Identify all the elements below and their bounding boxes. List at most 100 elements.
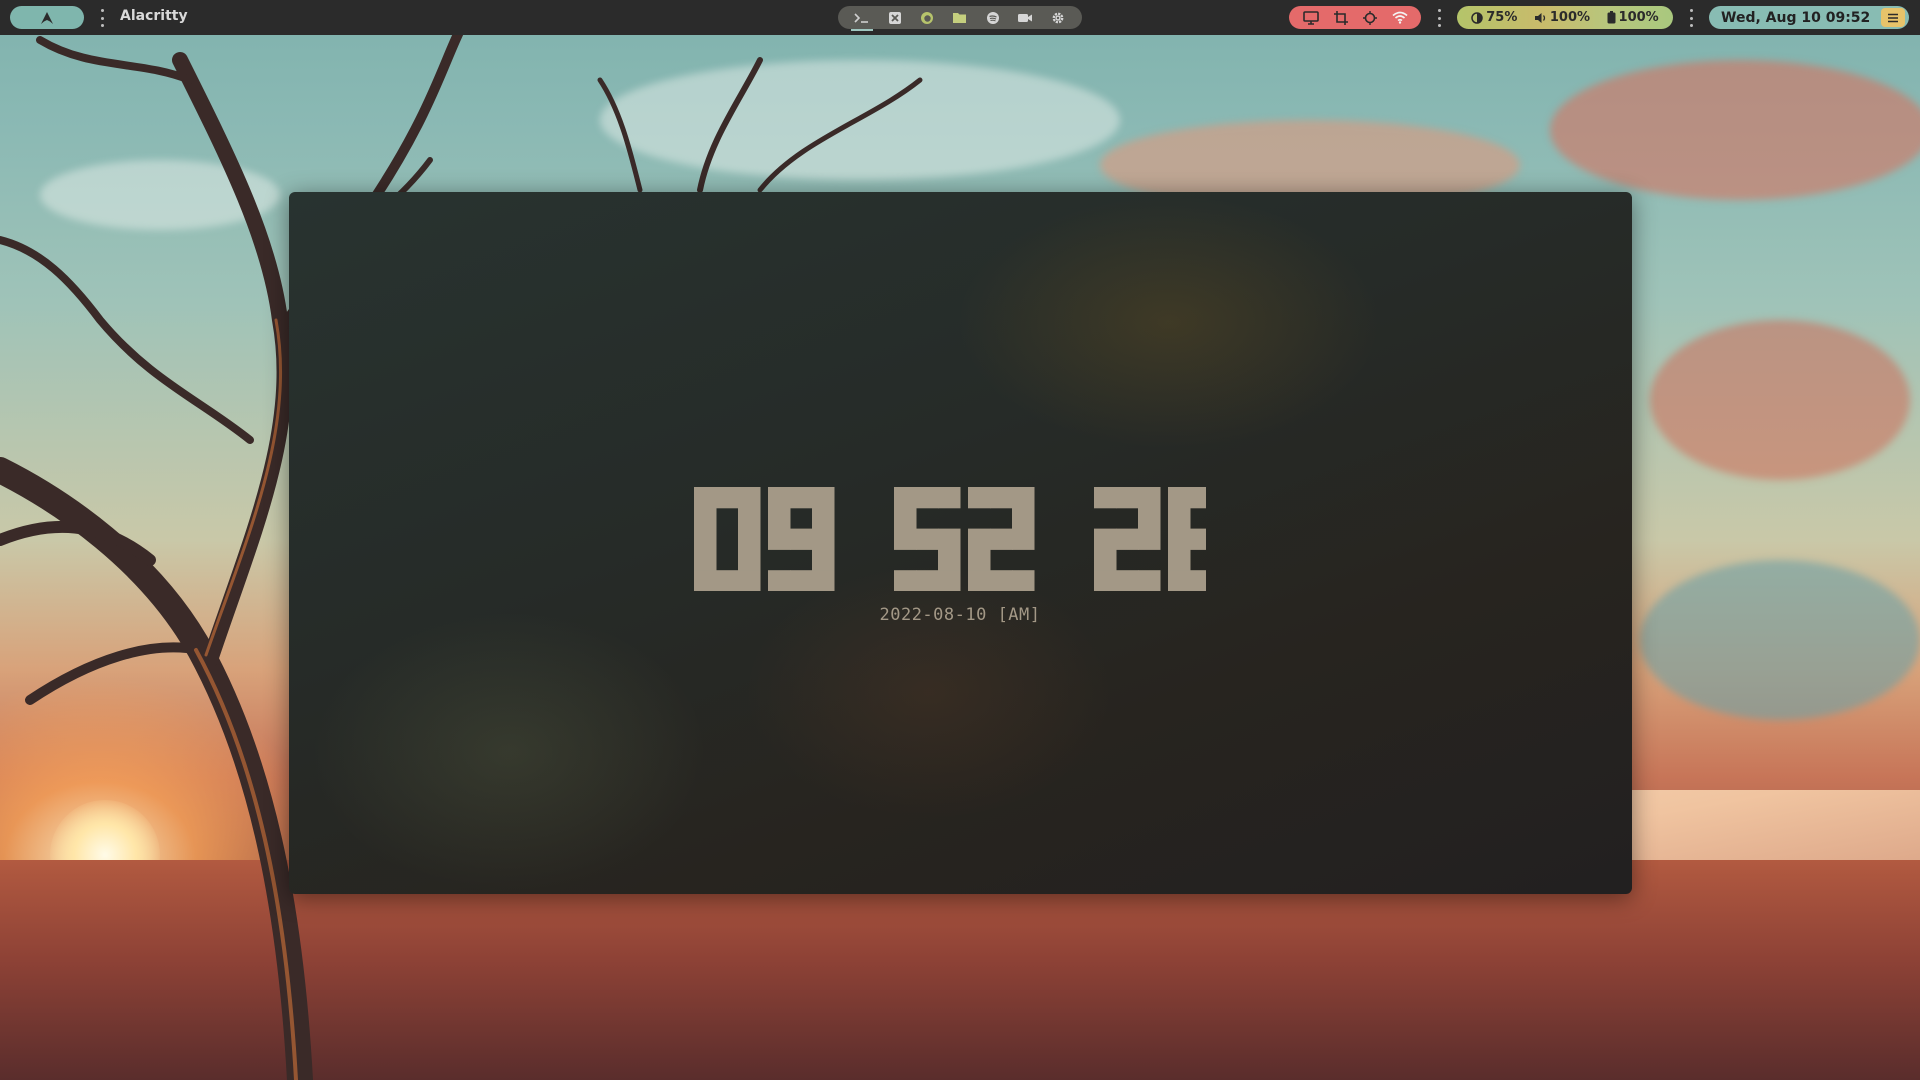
clock-digit-cell [1190, 487, 1206, 509]
dock-item-browser[interactable] [916, 9, 938, 27]
terminal-clock [694, 487, 1206, 591]
clock-digit-cell [716, 487, 739, 509]
clock-digit-cell [1012, 487, 1035, 509]
clock-digit-cell [1168, 507, 1191, 530]
hamburger-menu-icon [1888, 13, 1898, 22]
date-time-widget[interactable]: Wed, Aug 10 09:52 [1709, 6, 1909, 29]
clock-digit-cell [916, 570, 939, 591]
clock-digit-cell [1190, 570, 1206, 591]
clock-digit-cell [968, 528, 991, 550]
clock-digit-cell [1094, 570, 1117, 591]
wifi-icon[interactable] [1391, 11, 1408, 24]
separator-dots [100, 9, 104, 27]
clock-digit-cell [1138, 487, 1161, 509]
code-editor-icon [888, 11, 901, 24]
clock-digit-cell [1116, 487, 1139, 509]
clock-digit-cell [1012, 507, 1035, 530]
clock-digit-cell [812, 487, 835, 509]
clock-digit-cell [738, 487, 761, 509]
clock-digit-cell [790, 487, 813, 509]
clock-digit-cell [790, 528, 813, 550]
system-tray [1289, 6, 1421, 29]
clock-digit-cell [812, 528, 835, 550]
clock-digit-cell [990, 528, 1013, 550]
main-menu-button[interactable] [1881, 8, 1905, 27]
terminal-clock-date: 2022-08-10 [AM] [879, 605, 1041, 625]
clock-digit-cell [916, 528, 939, 550]
brightness-icon [1471, 11, 1483, 24]
clock-digit-cell [894, 507, 917, 530]
clock-digit-cell [894, 570, 917, 591]
spotify-icon [986, 11, 999, 24]
clock-digit-cell [738, 570, 761, 591]
clock-digit-cell [1138, 528, 1161, 550]
clock-digit-cell [1168, 528, 1191, 550]
clock-digit-cell [768, 528, 791, 550]
crop-icon[interactable] [1333, 10, 1348, 25]
active-window-title: Alacritty [120, 8, 188, 24]
dock-item-editor[interactable] [884, 9, 906, 27]
clock-digit-cell [738, 549, 761, 571]
clock-digit-cell [694, 549, 717, 571]
clock-digit-cell [968, 549, 991, 571]
dock-item-files[interactable] [949, 9, 971, 27]
app-launcher-button[interactable] [10, 6, 84, 29]
dock-item-terminal[interactable] [851, 9, 874, 31]
clock-digit-cell [812, 549, 835, 571]
clock-digit-cell [894, 528, 917, 550]
date-time-label: Wed, Aug 10 09:52 [1721, 9, 1871, 26]
clock-digit-cell [1168, 549, 1191, 571]
brightness-value: 75% [1486, 10, 1518, 25]
clock-digit-cell [990, 487, 1013, 509]
battery-icon [1607, 11, 1616, 24]
clock-digit-cell [968, 570, 991, 591]
clock-digit-cell [1138, 507, 1161, 530]
clock-digit-cell [738, 528, 761, 550]
settings-gear-icon [1052, 12, 1064, 23]
clock-digit-cell [694, 570, 717, 591]
top-panel: Alacritty 75% 100% 100% Wed, Aug 10 09:5… [0, 0, 1920, 35]
clock-digit-cell [1094, 528, 1117, 550]
volume-icon [1534, 12, 1546, 23]
terminal-icon [854, 12, 869, 23]
clock-digit-cell [938, 570, 961, 591]
terminal-clock-digits [694, 487, 1206, 591]
separator-dots [1437, 9, 1441, 27]
clock-digit-cell [812, 507, 835, 530]
clock-digit-cell [738, 507, 761, 530]
clock-digit-cell [768, 487, 791, 509]
clock-digit-cell [916, 487, 939, 509]
separator-dots [1689, 9, 1693, 27]
clock-digit-cell [938, 528, 961, 550]
clock-digit-cell [790, 570, 813, 591]
battery-value: 100% [1618, 10, 1659, 25]
system-stats: 75% 100% 100% [1457, 6, 1673, 29]
volume-indicator[interactable]: 100% [1534, 10, 1590, 25]
clock-digit-cell [1138, 570, 1161, 591]
firefox-icon [921, 11, 934, 24]
clock-digit-cell [694, 507, 717, 530]
clock-digit-cell [968, 487, 991, 509]
dock-item-camera[interactable] [1014, 9, 1036, 27]
target-icon[interactable] [1362, 10, 1377, 25]
folder-icon [953, 13, 967, 23]
clock-digit-cell [1116, 570, 1139, 591]
clock-digit-cell [1094, 549, 1117, 571]
brightness-indicator[interactable]: 75% [1471, 10, 1517, 25]
battery-indicator[interactable]: 100% [1607, 10, 1659, 25]
dock-item-settings[interactable] [1047, 9, 1069, 27]
clock-digit-cell [1012, 570, 1035, 591]
clock-digit-cell [1012, 528, 1035, 550]
clock-digit-cell [1168, 570, 1191, 591]
clock-digit-cell [768, 507, 791, 530]
monitor-icon[interactable] [1302, 10, 1319, 25]
clock-digit-cell [1094, 487, 1117, 509]
clock-digit-cell [716, 570, 739, 591]
clock-digit-cell [1116, 528, 1139, 550]
clock-digit-cell [694, 487, 717, 509]
clock-digit-cell [694, 528, 717, 550]
clock-digit-cell [894, 487, 917, 509]
dock-item-music[interactable] [982, 9, 1004, 27]
arch-logo-icon [41, 11, 53, 24]
clock-digit-cell [990, 570, 1013, 591]
